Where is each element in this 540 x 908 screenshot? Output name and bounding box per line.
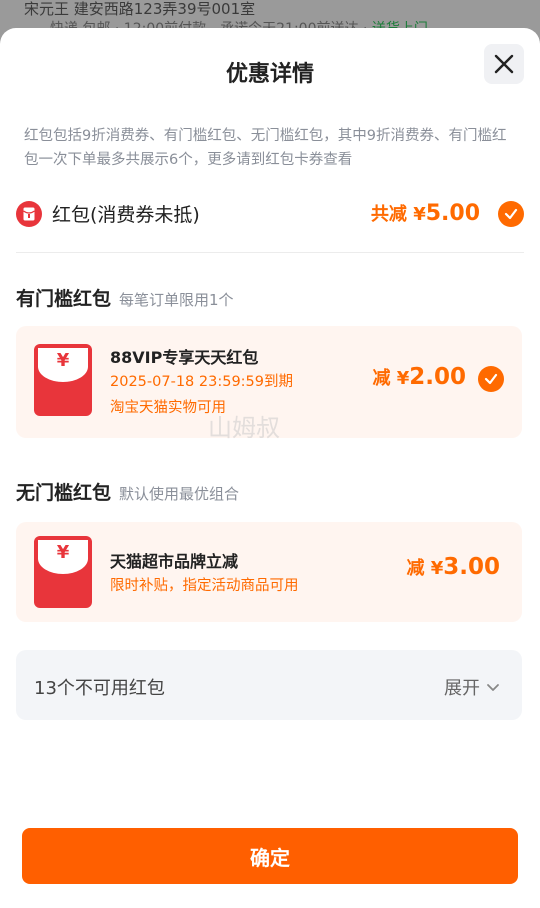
expand-button[interactable]: 展开: [444, 674, 502, 700]
summary-check-icon[interactable]: [498, 201, 524, 227]
packet-amount: 减 ¥3.00: [406, 554, 500, 580]
packet-name: 天猫超市品牌立减: [110, 552, 239, 571]
unavailable-label: 13个不可用红包: [34, 678, 165, 699]
confirm-button[interactable]: 确定: [22, 828, 518, 884]
packet-expiry: 2025-07-18 23:59:59到期: [110, 374, 293, 390]
threshold-section-title: 有门槛红包 每笔订单限用1个: [16, 288, 234, 310]
no-threshold-section-title: 无门槛红包 默认使用最优组合: [16, 482, 240, 504]
chevron-down-icon: [487, 684, 499, 691]
packet-name: 88VIP专享天天红包: [110, 348, 259, 367]
discount-detail-sheet: 优惠详情 红包包括9折消费券、有门槛红包、无门槛红包，其中9折消费券、有门槛红包…: [0, 28, 540, 908]
packet-check-icon[interactable]: [478, 366, 504, 392]
watermark: 山姆叔: [208, 414, 280, 442]
divider: [16, 252, 524, 253]
packet-amount: 减 ¥2.00: [372, 364, 466, 390]
no-threshold-section-subtitle: 默认使用最优组合: [119, 485, 240, 503]
summary-label: 红包(消费券未抵): [52, 204, 200, 226]
red-packet-summary: 红包(消费券未抵) 共减 ¥5.00: [16, 200, 524, 228]
red-packet-card-tmall[interactable]: ¥ 天猫超市品牌立减 限时补贴，指定活动商品可用 减 ¥3.00: [16, 522, 522, 622]
packet-desc: 限时补贴，指定活动商品可用: [110, 578, 299, 594]
sheet-title: 优惠详情: [225, 62, 314, 87]
summary-total: 共减 ¥5.00: [370, 201, 480, 226]
close-button[interactable]: [484, 44, 524, 84]
red-packet-icon: [16, 201, 42, 227]
background-address: 宋元王 建安西路123弄39号001室: [24, 0, 256, 18]
sheet-description: 红包包括9折消费券、有门槛红包、无门槛红包，其中9折消费券、有门槛红包一次下单最…: [24, 128, 507, 168]
unavailable-packets-row[interactable]: 13个不可用红包 展开: [16, 650, 522, 720]
close-icon: [494, 54, 514, 74]
red-envelope-icon: ¥: [34, 536, 92, 608]
threshold-section-subtitle: 每笔订单限用1个: [119, 291, 234, 309]
red-envelope-icon: ¥: [34, 344, 92, 416]
